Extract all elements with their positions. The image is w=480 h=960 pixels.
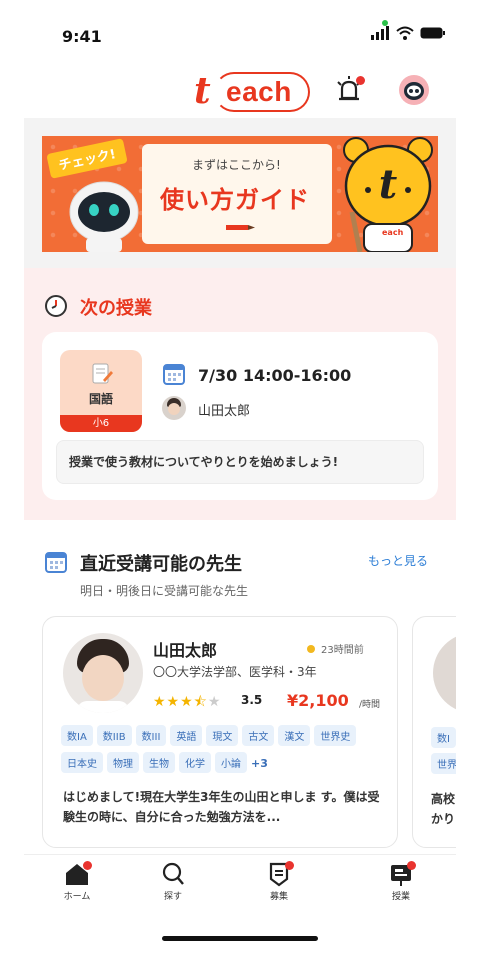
recruit-badge [285,861,294,870]
home-indicator [162,936,318,941]
tab-home[interactable]: ホーム [42,861,112,913]
banner-title: 使い方ガイド [160,186,310,214]
subject-tag: 数IIB [96,725,132,746]
robot-avatar-icon [399,75,429,105]
subject-tag: 数IA [61,725,93,746]
teacher-rating: 3.5 [241,693,263,707]
available-teachers-section: 直近受講可能の先生 もっと見る 明日・明後日に受講可能な先生 山田太郎 23時間… [24,520,456,854]
tab-bar: ホーム 探す 募集 授業 [24,854,456,916]
status-bar: 9:41 [0,0,480,64]
tab-label: 授業 [391,892,410,902]
subject-tag: 数III [135,725,167,746]
teacher-school: 〇〇大学法学部、医学科・3年 [153,665,317,679]
battery-icon [420,27,445,39]
profile-button[interactable] [398,74,434,110]
home-badge [83,861,92,870]
teacher-card-peek[interactable]: 数I 世界 高校 かり [412,616,456,848]
subject-grade: 小6 [60,415,142,432]
subject-tag: 古文 [242,725,275,746]
status-icons [370,26,446,40]
subject-tag: 日本史 [61,752,103,773]
svg-text:t: t [379,161,398,208]
home-content[interactable]: チェック! まずはここから! 使い方ガイド t each 次の授業 国語 小6 … [24,118,456,854]
note-edit-icon [92,363,113,384]
calendar-icon [45,552,67,573]
teacher-price-unit: /時間 [359,700,381,710]
logo-text: each [226,76,292,107]
next-lesson-card[interactable]: 国語 小6 7/30 14:00-16:00 山田太郎 授業で使う教材についてや… [42,332,438,500]
lesson-message[interactable]: 授業で使う教材についてやりとりを始めましょう! [56,440,424,484]
tab-label: ホーム [63,892,91,902]
lesson-teacher-name: 山田太郎 [198,404,251,419]
signal-icon [371,26,389,40]
teachers-section-title: 直近受講可能の先生 [80,554,242,575]
banner-subtitle: まずはここから! [192,158,281,172]
mascot-badge: each [378,228,408,237]
teacher-intro: 高校 かり [431,792,456,826]
status-time: 9:41 [62,27,102,46]
subject-name: 国語 [88,392,113,406]
tab-lessons[interactable]: 授業 [366,861,436,913]
subject-tag: 生物 [143,752,175,773]
calendar-icon [163,364,185,385]
teacher-card[interactable]: 山田太郎 23時間前 〇〇大学法学部、医学科・3年 ★★★⯪★ 3.5 ¥2,1… [42,616,398,848]
next-lesson-section: 次の授業 国語 小6 7/30 14:00-16:00 山田太郎 授業で使う教材… [24,268,456,520]
teacher-last-active: 23時間前 [321,645,364,656]
subject-tag: 物理 [107,752,139,773]
subject-tag: 数I [431,727,456,748]
subject-badge: 国語 小6 [60,350,142,432]
privacy-dot [382,20,388,26]
teacher-avatar [63,633,143,713]
subject-tags: 数IA 数IIB 数III 英語 現文 古文 漢文 世界史日本史 物理 生物 化学 小論 +3 [61,725,391,779]
notification-button[interactable] [334,74,370,110]
clock-icon [45,295,67,317]
subject-tag: 漢文 [278,725,311,746]
lessons-badge [407,861,416,870]
notification-badge [356,76,365,85]
subject-tag: 現文 [206,725,239,746]
more-tags-count: +3 [251,757,268,770]
tab-search[interactable]: 探す [138,861,208,913]
next-lesson-title: 次の授業 [80,298,152,319]
tab-label: 探す [163,892,182,902]
tab-recruit[interactable]: 募集 [244,861,314,913]
guide-banner[interactable]: チェック! まずはここから! 使い方ガイド t each [42,136,438,252]
subject-tag: 世界 [431,753,456,774]
teacher-intro: はじめまして!現在大学生3年生の山田と申しま す。僕は受験生の時に、自分に合った… [63,790,380,824]
app-header: t each [24,64,456,120]
teachers-section-subtitle: 明日・明後日に受講可能な先生 [80,584,249,598]
teacher-avatar-small [162,396,186,420]
subject-tag: 英語 [170,725,203,746]
lesson-datetime: 7/30 14:00-16:00 [198,366,352,385]
search-icon [162,862,184,885]
logo-t-glyph: t [194,70,211,112]
teacher-name: 山田太郎 [153,641,218,660]
online-status-dot [307,645,315,653]
logo[interactable]: t each [190,70,310,114]
rating-stars: ★★★⯪★ [153,694,222,710]
see-more-link[interactable]: もっと見る [368,552,428,569]
pencil-icon [226,225,255,230]
subject-tag: 小論 [215,752,247,773]
wifi-icon [396,26,414,40]
subject-tag: 世界史 [314,725,357,746]
tab-label: 募集 [269,892,288,902]
robot-mascot-icon [69,181,139,252]
subject-tag: 化学 [179,752,211,773]
teacher-price: ¥2,100 [287,691,349,710]
teacher-avatar [433,633,456,713]
